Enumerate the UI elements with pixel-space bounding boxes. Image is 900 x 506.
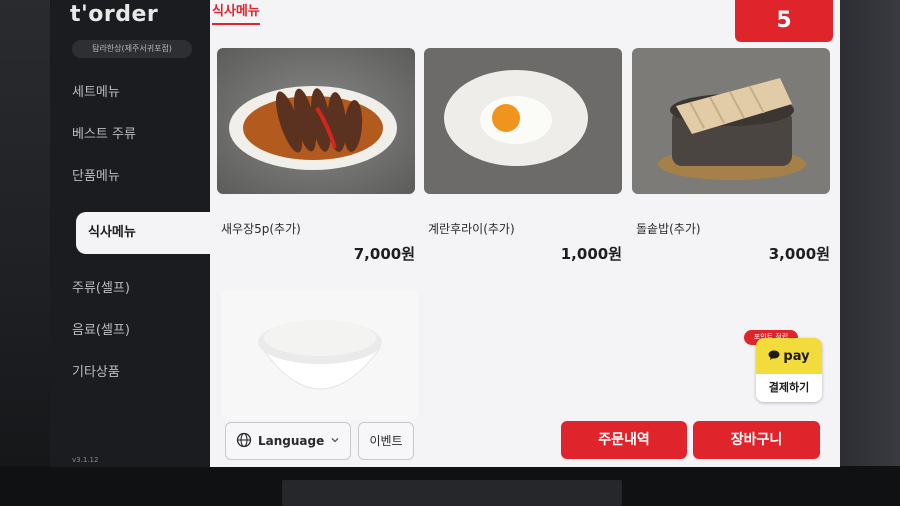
device-bezel-right	[840, 0, 900, 506]
menu-item-name: 계란후라이(추가)	[428, 222, 515, 236]
language-label: Language	[258, 434, 325, 448]
sidebar: t'order 탐라한상(제주서귀포점) 세트메뉴 베스트 주류 단품메뉴 식사…	[50, 0, 210, 467]
app-logo: t'order	[70, 2, 159, 27]
menu-card-steamed-rice[interactable]	[222, 290, 418, 420]
fried-egg-photo	[424, 48, 622, 194]
event-button[interactable]: 이벤트	[358, 422, 414, 460]
globe-icon	[236, 432, 252, 451]
checkout-label: 결제하기	[756, 374, 822, 402]
sidebar-item-other-products[interactable]: 기타상품	[50, 352, 210, 394]
menu-item-price: 3,000원	[768, 245, 830, 263]
menu-item-name: 돌솥밥(추가)	[636, 222, 701, 236]
tab-meal-menu[interactable]: 식사메뉴	[212, 0, 260, 25]
menu-card-fried-egg[interactable]: 계란후라이(추가) 1,000원	[424, 48, 622, 268]
menu-card-shrimp[interactable]: 새우장5p(추가) 7,000원	[217, 48, 415, 268]
steamed-rice-bowl-photo	[222, 290, 418, 420]
store-name-badge: 탐라한상(제주서귀포점)	[72, 40, 192, 58]
menu-item-price: 7,000원	[353, 245, 415, 263]
stone-pot-rice-photo	[632, 48, 830, 194]
pay-label: pay	[783, 348, 810, 364]
menu-item-price: 1,000원	[560, 245, 622, 263]
table-number-badge: 5	[735, 0, 833, 42]
sidebar-item-best-liquor[interactable]: 베스트 주류	[50, 114, 210, 156]
chevron-down-icon	[330, 434, 340, 448]
sidebar-item-single-menu[interactable]: 단품메뉴	[50, 156, 210, 198]
sidebar-item-meal-menu[interactable]: 식사메뉴	[76, 212, 210, 254]
version-code: v3.1.12	[72, 456, 99, 464]
sidebar-item-drinks-self[interactable]: 음료(셀프)	[50, 310, 210, 352]
marinated-shrimp-photo	[217, 48, 415, 194]
speech-bubble-icon	[768, 349, 780, 364]
kiosk-screen: t'order 탐라한상(제주서귀포점) 세트메뉴 베스트 주류 단품메뉴 식사…	[50, 0, 840, 467]
language-select[interactable]: Language	[225, 422, 351, 460]
menu-card-stone-pot-rice[interactable]: 돌솥밥(추가) 3,000원	[632, 48, 830, 268]
sidebar-item-set-menu[interactable]: 세트메뉴	[50, 72, 210, 114]
menu-item-name: 새우장5p(추가)	[221, 222, 301, 236]
cart-button[interactable]: 장바구니	[693, 421, 820, 459]
kakao-pay-button[interactable]: pay 결제하기	[756, 338, 822, 402]
order-history-button[interactable]: 주문내역	[561, 421, 687, 459]
device-stand	[282, 480, 622, 506]
category-nav: 세트메뉴 베스트 주류 단품메뉴 식사메뉴 주류(셀프) 음료(셀프) 기타상품	[50, 72, 210, 394]
sidebar-item-liquor-self[interactable]: 주류(셀프)	[50, 268, 210, 310]
